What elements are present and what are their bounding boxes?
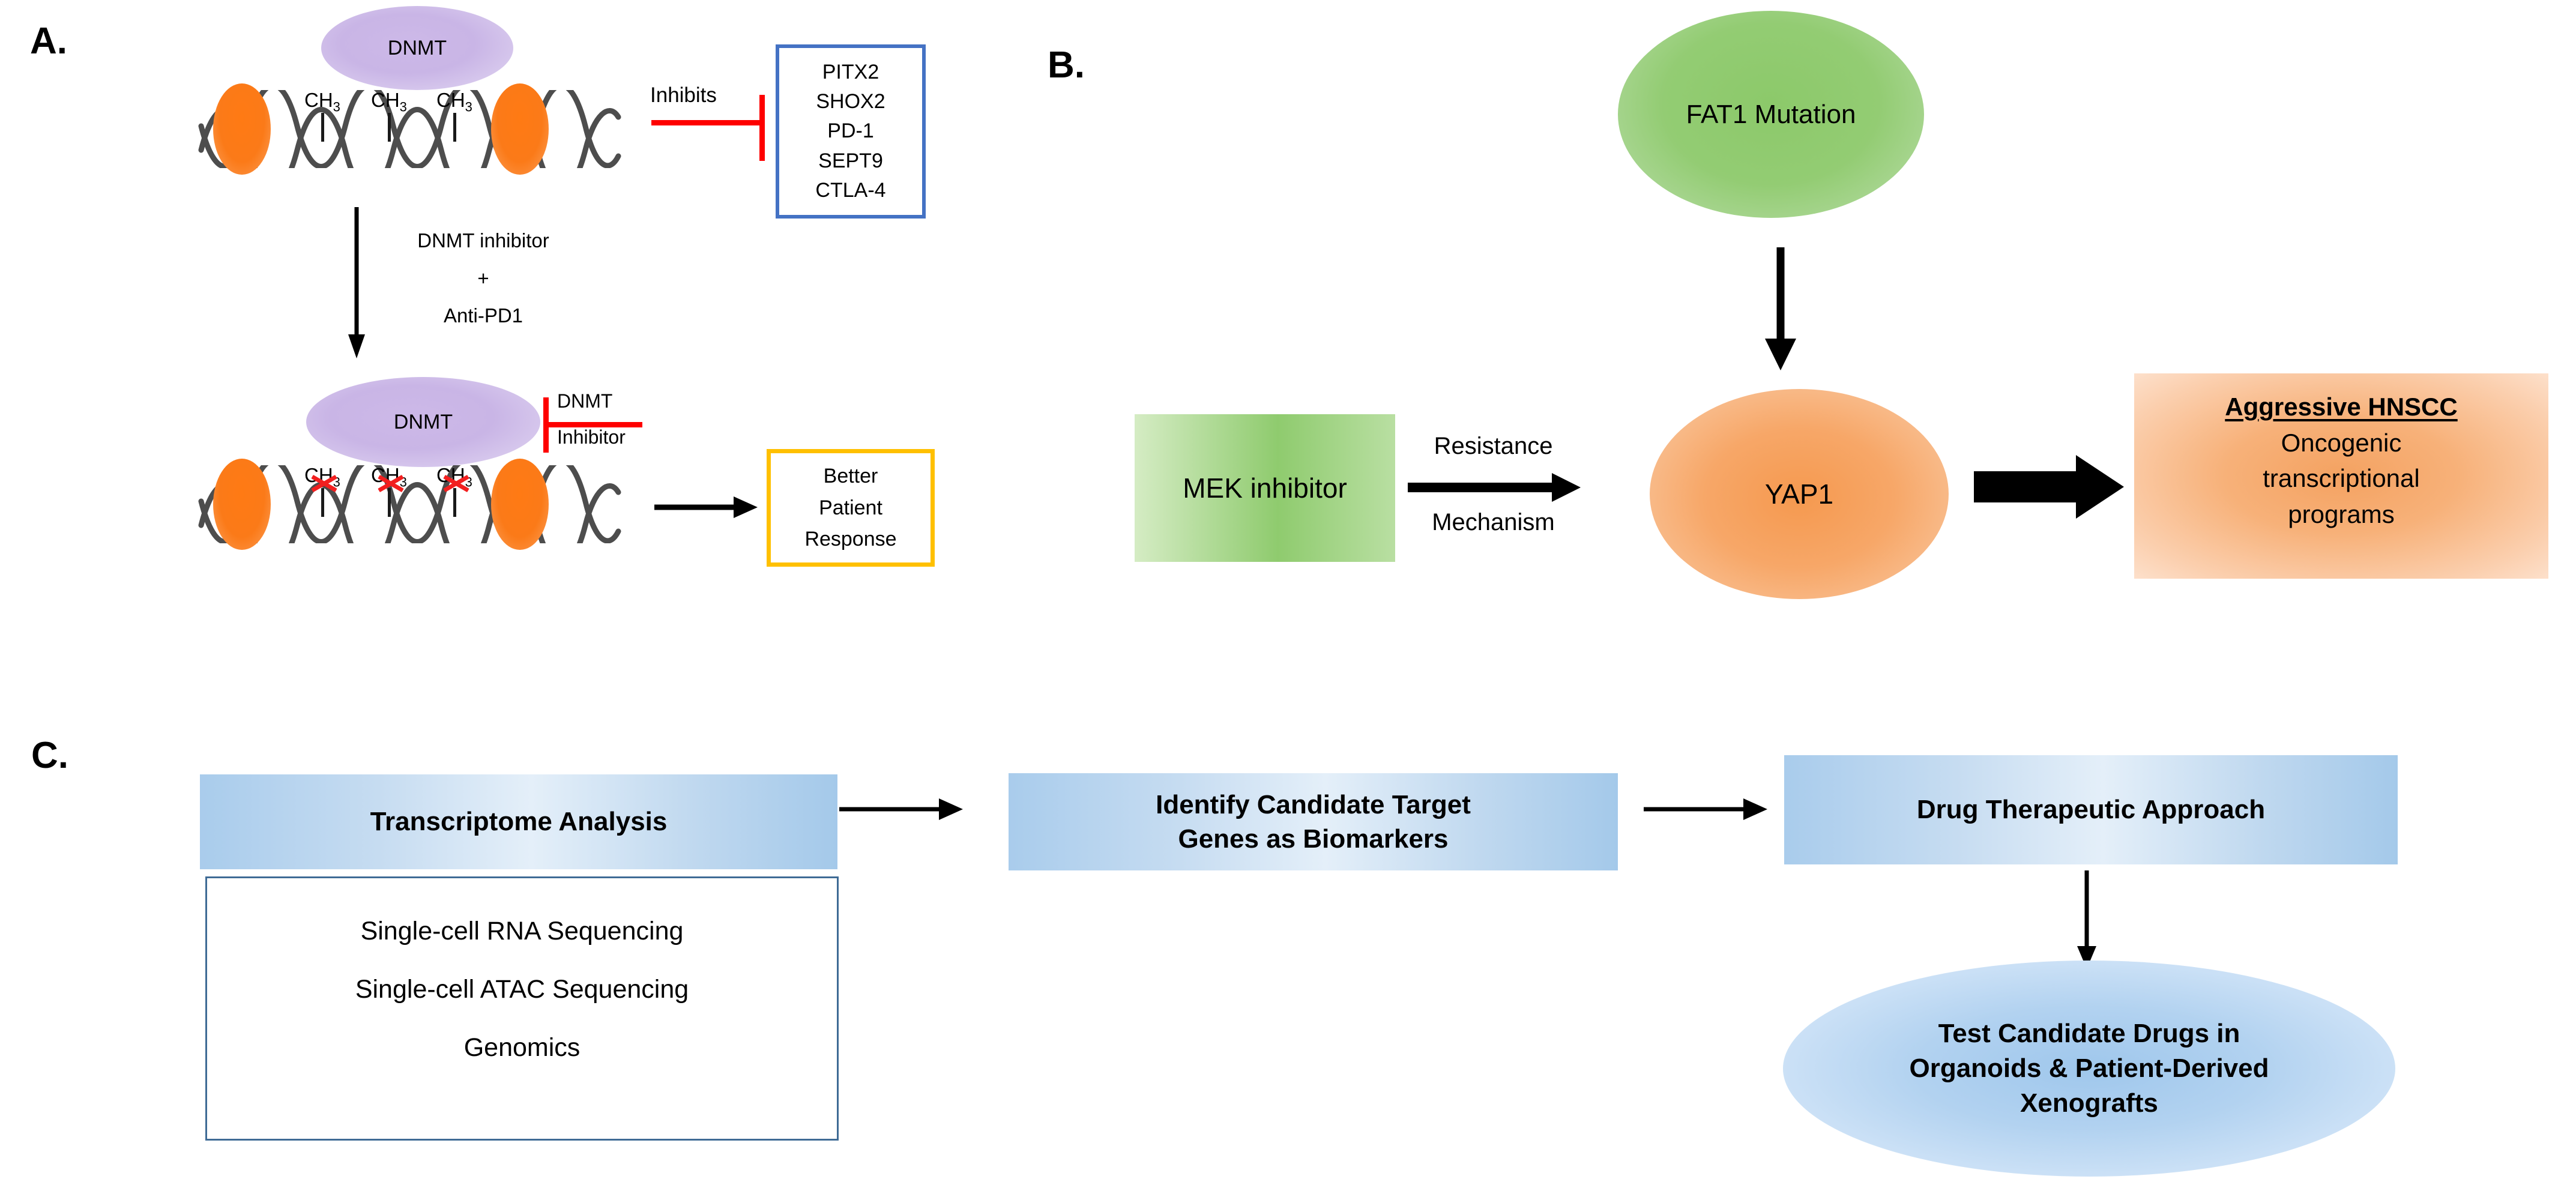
response-line: Patient [819, 496, 882, 519]
step1-to-step2-arrow [839, 798, 963, 820]
gene-item: SEPT9 [818, 149, 883, 172]
step-test-candidate-drugs: Test Candidate Drugs in Organoids & Pati… [1783, 960, 2395, 1177]
methyl-group-top-3: CH3 [436, 89, 472, 142]
methyl-group-bottom-1: CH3 [304, 464, 340, 517]
dnmt-inhibitor-label-top: DNMT [557, 390, 613, 412]
patient-response-box: Better Patient Response [767, 449, 935, 567]
hnscc-title: Aggressive HNSCC [2225, 393, 2458, 421]
gene-item: SHOX2 [816, 90, 885, 113]
methyl-group-bottom-3: CH3 [436, 464, 472, 517]
treatment-down-arrow [348, 207, 365, 358]
mek-inhibitor-label: MEK inhibitor [1183, 472, 1347, 504]
step-transcriptome-analysis: Transcriptome Analysis [200, 774, 837, 869]
gene-item: PD-1 [827, 119, 874, 143]
nucleosome-top-right [491, 83, 549, 175]
gene-item: PITX2 [822, 60, 879, 83]
dnmt-enzyme-top: DNMT [321, 6, 513, 90]
panel-a-letter: A. [30, 20, 67, 62]
yap1-to-hnscc-arrow [1974, 455, 2124, 519]
step4-line-2: Organoids & Patient-Derived [1909, 1053, 2269, 1083]
yap1-label: YAP1 [1764, 478, 1834, 510]
methyl-group-top-1: CH3 [304, 89, 340, 142]
resistance-mechanism-label-top: Resistance [1434, 433, 1553, 459]
methods-list-box: Single-cell RNA Sequencing Single-cell A… [205, 876, 839, 1141]
treatment-label: DNMT inhibitor + Anti-PD1 [384, 222, 582, 335]
step4-line-1: Test Candidate Drugs in [1938, 1018, 2240, 1048]
step4-line-3: Xenografts [2020, 1088, 2158, 1118]
response-line: Response [804, 528, 897, 551]
nucleosome-top-left [213, 83, 271, 175]
figure-canvas: A. DNMT CH3 CH3 CH3 Inhibits PITX2 SHOX2… [0, 0, 2576, 1179]
dnmt-enzyme-top-label: DNMT [387, 36, 447, 59]
inhibit-connector-line [651, 120, 764, 125]
methyl-group-bottom-2: CH3 [371, 464, 407, 517]
dnmt-enzyme-bottom-label: DNMT [393, 410, 453, 433]
nucleosome-bottom-right [491, 459, 549, 550]
outcome-arrow [654, 496, 758, 518]
aggressive-hnscc-box: Aggressive HNSCC Oncogenic transcription… [2134, 373, 2548, 579]
treatment-line-2: + [477, 267, 489, 289]
response-line: Better [823, 464, 878, 487]
fat1-mutation-node: FAT1 Mutation [1618, 11, 1924, 218]
nucleosome-bottom-left [213, 459, 271, 550]
inhibits-label: Inhibits [650, 83, 717, 107]
hnscc-line: Oncogenic [2281, 428, 2402, 457]
dnmt-enzyme-bottom: DNMT [306, 377, 540, 467]
step2-to-step3-arrow [1644, 798, 1767, 820]
fat1-to-yap1-arrow [1765, 247, 1796, 370]
hnscc-line: transcriptional [2263, 464, 2420, 493]
yap1-node: YAP1 [1650, 389, 1949, 599]
treatment-line-1: DNMT inhibitor [417, 229, 549, 252]
hnscc-line: programs [2288, 499, 2395, 528]
panel-b-letter: B. [1048, 44, 1085, 86]
inhibit-blocker-bar [759, 95, 765, 161]
dnmt-inhibitor-label-bottom: Inhibitor [557, 426, 626, 448]
panel-c-letter: C. [31, 735, 68, 776]
treatment-line-3: Anti-PD1 [443, 304, 523, 327]
method-item: Genomics [463, 1033, 581, 1062]
fat1-mutation-label: FAT1 Mutation [1686, 99, 1856, 129]
step2-line-1: Identify Candidate Target [1156, 789, 1471, 819]
step2-line-2: Genes as Biomarkers [1178, 824, 1449, 854]
step-transcriptome-analysis-label: Transcriptome Analysis [370, 807, 668, 837]
gene-item: CTLA-4 [815, 178, 886, 202]
resistance-mechanism-label-bottom: Mechanism [1432, 509, 1555, 535]
mek-inhibitor-node: MEK inhibitor [1135, 414, 1395, 562]
step3-to-step4-arrow [2077, 870, 2096, 969]
resistance-arrow [1408, 473, 1581, 502]
method-item: Single-cell RNA Sequencing [360, 917, 684, 945]
method-item: Single-cell ATAC Sequencing [355, 974, 689, 1004]
step-drug-therapeutic-approach-label: Drug Therapeutic Approach [1916, 795, 2266, 825]
step-identify-candidate-genes: Identify Candidate Target Genes as Bioma… [1009, 773, 1618, 870]
step-drug-therapeutic-approach: Drug Therapeutic Approach [1784, 755, 2398, 864]
methylated-gene-list-box: PITX2 SHOX2 PD-1 SEPT9 CTLA-4 [776, 44, 926, 219]
methyl-group-top-2: CH3 [371, 89, 407, 142]
